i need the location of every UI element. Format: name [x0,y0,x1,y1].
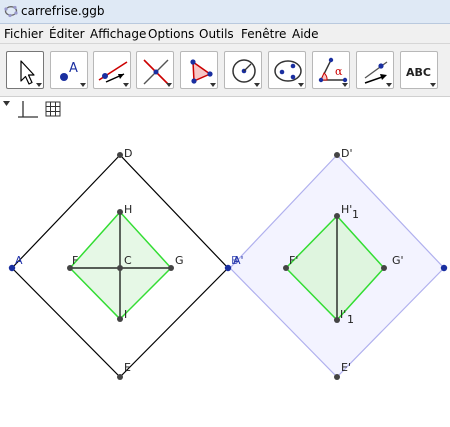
submenu-arrow-icon [298,83,304,87]
graphics-view[interactable]: D A E H F C G I B A' D' E' H' 1 F' G' I'… [0,123,450,427]
menu-bar: Fichier Éditer Affichage Options Outils … [0,24,450,44]
point-D-prime[interactable] [334,152,340,158]
label-H1-sub: 1 [352,208,359,221]
menu-outils[interactable]: Outils [199,27,234,41]
menu-fenetre[interactable]: Fenêtre [241,27,286,41]
point-H1-prime[interactable] [334,213,340,219]
svg-text:α: α [335,65,343,78]
submenu-arrow-icon [386,83,392,87]
point-D[interactable] [117,152,123,158]
label-F: F [72,254,78,267]
label-G-prime: G' [392,254,404,267]
label-D-prime: D' [341,147,353,160]
svg-text:A: A [69,61,78,76]
label-I: I [124,308,127,321]
submenu-arrow-icon [210,83,216,87]
style-bar [0,97,450,123]
show-axes-icon[interactable] [18,101,38,118]
transform-tool-button[interactable] [356,51,394,89]
angle-tool-button[interactable]: α [312,51,350,89]
label-H: H [124,203,132,216]
title-bar: carrefrise.ggb [0,0,450,24]
menu-fichier[interactable]: Fichier [4,27,43,41]
label-E: E [124,361,131,374]
geogebra-app-icon [4,5,18,18]
submenu-arrow-icon [123,83,129,87]
polygon-tool-button[interactable] [180,51,218,89]
point-E[interactable] [117,374,123,380]
submenu-arrow-icon [342,83,348,87]
svg-text:ABC: ABC [406,66,431,79]
conic-tool-button[interactable] [268,51,306,89]
label-A-prime: A' [233,254,244,267]
text-tool-button[interactable]: ABC [400,51,438,89]
circle-tool-button[interactable] [224,51,262,89]
point-G[interactable] [168,265,174,271]
submenu-arrow-icon [80,83,86,87]
menu-options[interactable]: Options [148,27,194,41]
point-H[interactable] [117,209,123,215]
label-A: A [15,254,23,267]
submenu-arrow-icon [166,83,172,87]
label-I1-prime: I' [340,308,346,321]
label-F-prime: F' [289,254,298,267]
label-I1-sub: 1 [347,313,354,326]
menu-editer[interactable]: Éditer [49,27,85,41]
toolbar: A α ABC [0,44,450,97]
show-grid-icon[interactable] [45,101,61,117]
point-E-prime[interactable] [334,374,340,380]
window-title: carrefrise.ggb [21,4,105,18]
move-tool-button[interactable] [6,51,44,89]
point-I[interactable] [117,316,123,322]
label-C: C [124,254,132,267]
label-E-prime: E' [341,361,351,374]
menu-affichage[interactable]: Affichage [90,27,146,41]
point-G-prime[interactable] [381,265,387,271]
line-tool-button[interactable] [93,51,131,89]
point-far-right[interactable] [440,264,448,272]
submenu-arrow-icon [254,83,260,87]
label-G: G [175,254,184,267]
submenu-arrow-icon [36,83,42,87]
menu-aide[interactable]: Aide [292,27,319,41]
point-tool-button[interactable]: A [50,51,88,89]
label-D: D [124,147,132,160]
submenu-arrow-icon [430,83,436,87]
point-C[interactable] [117,265,123,271]
stylebar-toggle-icon[interactable] [3,101,10,106]
label-H1-prime: H' [341,203,352,216]
perpendicular-tool-button[interactable] [136,51,174,89]
